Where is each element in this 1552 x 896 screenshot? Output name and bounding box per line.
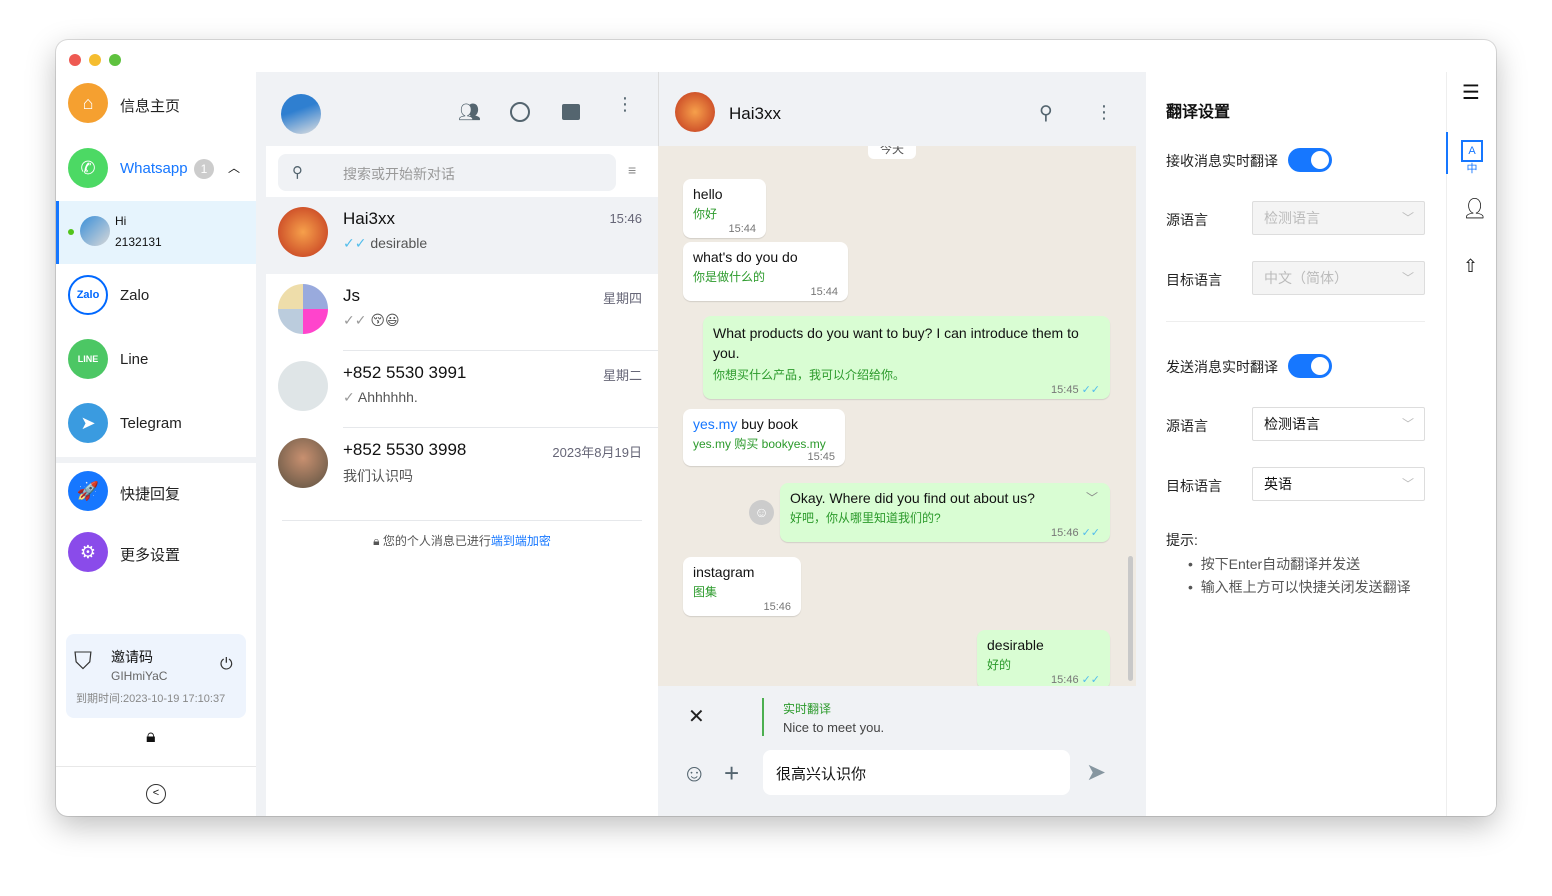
- sidebar-item-more-settings[interactable]: ⚙ 更多设置: [56, 529, 256, 579]
- avatar: [278, 438, 328, 488]
- divider: [282, 520, 642, 521]
- react-emoji-icon[interactable]: ☺: [749, 500, 774, 525]
- attach-plus-icon[interactable]: +: [724, 758, 739, 789]
- sidebar-item-whatsapp[interactable]: ✆ Whatsapp 1 ︿: [56, 145, 256, 195]
- active-indicator: [1446, 132, 1448, 174]
- menu-indent-icon[interactable]: ☰: [1462, 80, 1480, 105]
- sidebar-item-telegram[interactable]: ➤ Telegram: [56, 400, 256, 450]
- emoji-icon[interactable]: ☺: [682, 760, 707, 788]
- profile-avatar[interactable]: [281, 94, 321, 134]
- right-toolbar: ☰ A中 👤︎ ⇧: [1446, 72, 1496, 816]
- conversation-header: Hai3xx ⚲ ⋮: [658, 72, 1146, 146]
- avatar: [278, 284, 328, 334]
- sidebar-item-home[interactable]: ⌂ 信息主页: [56, 80, 256, 130]
- message-input[interactable]: 很高兴认识你: [763, 750, 1070, 795]
- message-area: 今天 hello 你好 15:44 what's do you do 你是做什么的 15…: [658, 146, 1136, 686]
- close-translation-icon[interactable]: ✕: [688, 704, 705, 729]
- chat-list-panel: 👥︎ ⋮ ⚲ 搜索或开始新对话 ≡ Hai3xx 15:46 ✓✓ desira…: [266, 72, 658, 806]
- online-status-dot: [68, 229, 74, 235]
- translate-icon[interactable]: A中: [1461, 140, 1483, 175]
- encryption-notice: 🔒︎ 您的个人消息已进行端到端加密: [373, 534, 551, 548]
- read-ticks-icon: ✓✓: [1081, 527, 1100, 539]
- divider: [56, 457, 256, 463]
- avatar: [278, 207, 328, 257]
- sent-tick-icon: ✓: [343, 389, 355, 405]
- conversation-panel: Hai3xx ⚲ ⋮ 今天 hello 你好 15:44 what's do you…: [658, 72, 1146, 816]
- power-icon[interactable]: ⏻: [220, 656, 233, 674]
- chat-item[interactable]: +852 5530 3998 2023年8月19日 我们认识吗: [266, 428, 658, 505]
- message-bubble[interactable]: instagram 图集 15:46: [683, 557, 801, 616]
- whatsapp-account-item[interactable]: Hi 2132131: [56, 201, 256, 264]
- community-icon[interactable]: 👥︎: [458, 102, 481, 123]
- user-icon[interactable]: 👤︎: [1462, 196, 1487, 221]
- more-menu-icon[interactable]: ⋮: [616, 95, 634, 113]
- rocket-icon[interactable]: ⇧: [1463, 256, 1478, 277]
- delivered-ticks-icon: ✓✓: [343, 312, 367, 328]
- read-ticks-icon: ✓✓: [1081, 384, 1100, 396]
- receive-target-language-select[interactable]: 中文（简体） ﹀: [1252, 261, 1425, 295]
- search-input[interactable]: ⚲ 搜索或开始新对话: [278, 154, 616, 191]
- message-bubble[interactable]: What products do you want to buy? I can …: [703, 316, 1110, 399]
- read-ticks-icon: ✓✓: [1081, 674, 1100, 686]
- new-chat-icon[interactable]: [562, 104, 580, 120]
- chat-item[interactable]: Hai3xx 15:46 ✓✓ desirable: [266, 197, 658, 274]
- chevron-down-icon: ﹀: [1401, 271, 1414, 285]
- chat-item[interactable]: Js 星期四 ✓✓ 😚😃: [266, 274, 658, 351]
- collapse-sidebar-icon[interactable]: <: [146, 784, 166, 804]
- translation-settings-panel: 翻译设置 接收消息实时翻译 源语言 检测语言 ﹀ 目标语言 中文（简体） ﹀ 发送消…: [1146, 72, 1446, 816]
- send-source-language-select[interactable]: 检测语言 ﹀: [1252, 407, 1425, 441]
- message-link[interactable]: yes.my: [693, 416, 737, 432]
- gutter: [256, 72, 266, 816]
- divider: [56, 766, 256, 767]
- rocket-icon: 🚀: [68, 471, 108, 511]
- default-avatar: [278, 361, 328, 411]
- message-bubble[interactable]: yes.my buy book yes.my 购买 bookyes.my 15:45: [683, 409, 845, 466]
- chat-item[interactable]: +852 5530 3991 星期二 ✓ Ahhhhhh.: [266, 351, 658, 428]
- avatar: [80, 216, 110, 246]
- contact-avatar[interactable]: [675, 92, 715, 132]
- app-window: ⌂ 信息主页 ✆ Whatsapp 1 ︿ Hi 2132131 Zalo Za…: [56, 40, 1496, 816]
- receive-translation-toggle[interactable]: [1288, 148, 1332, 172]
- status-icon[interactable]: [510, 102, 530, 122]
- shield-key-icon: ⛉: [74, 648, 92, 675]
- home-icon: ⌂: [68, 83, 108, 123]
- sidebar-item-zalo[interactable]: Zalo Zalo: [56, 272, 256, 322]
- send-translation-toggle[interactable]: [1288, 354, 1332, 378]
- search-icon[interactable]: ⚲: [1039, 102, 1053, 125]
- encryption-link[interactable]: 端到端加密: [491, 534, 551, 548]
- read-ticks-icon: ✓✓: [343, 235, 367, 251]
- zalo-icon: Zalo: [68, 275, 108, 315]
- divider: [762, 698, 764, 736]
- search-icon: ⚲: [292, 164, 303, 181]
- line-icon: LINE: [68, 339, 108, 379]
- whatsapp-icon: ✆: [68, 148, 108, 188]
- send-icon[interactable]: ➤: [1086, 758, 1106, 787]
- lock-icon[interactable]: 🔒︎: [146, 726, 156, 747]
- message-bubble[interactable]: what's do you do 你是做什么的 15:44: [683, 242, 848, 301]
- chevron-down-icon: ﹀: [1401, 211, 1414, 225]
- message-bubble[interactable]: hello 你好 15:44: [683, 179, 766, 238]
- telegram-icon: ➤: [68, 403, 108, 443]
- scrollbar[interactable]: [1128, 556, 1133, 681]
- sidebar-item-quick-reply[interactable]: 🚀 快捷回复: [56, 468, 256, 518]
- divider: [1166, 321, 1425, 322]
- invite-code-card: ⛉ 邀请码 GIHmiYaC ⏻ 到期时间:2023-10-19 17:10:3…: [66, 634, 246, 718]
- chevron-down-icon[interactable]: ﹀: [1086, 489, 1098, 506]
- unread-badge: 1: [194, 159, 214, 179]
- gear-icon: ⚙: [68, 532, 108, 572]
- more-menu-icon[interactable]: ⋮: [1095, 102, 1113, 123]
- message-bubble[interactable]: Okay. Where did you find out about us? 好吧…: [780, 483, 1110, 542]
- filter-icon[interactable]: ≡: [628, 162, 636, 178]
- sidebar-item-line[interactable]: LINE Line: [56, 336, 256, 386]
- send-target-language-select[interactable]: 英语 ﹀: [1252, 467, 1425, 501]
- lock-icon: 🔒︎: [373, 534, 380, 548]
- chevron-down-icon: ﹀: [1401, 417, 1414, 431]
- message-bubble[interactable]: desirable 好的 15:46 ✓✓: [977, 630, 1110, 686]
- date-divider: 今天: [868, 146, 917, 159]
- chevron-down-icon: ﹀: [1401, 477, 1414, 491]
- sidebar: ⌂ 信息主页 ✆ Whatsapp 1 ︿ Hi 2132131 Zalo Za…: [56, 40, 256, 816]
- chat-list-header: 👥︎ ⋮: [266, 72, 658, 146]
- receive-source-language-select[interactable]: 检测语言 ﹀: [1252, 201, 1425, 235]
- chevron-up-icon[interactable]: ︿: [228, 159, 240, 176]
